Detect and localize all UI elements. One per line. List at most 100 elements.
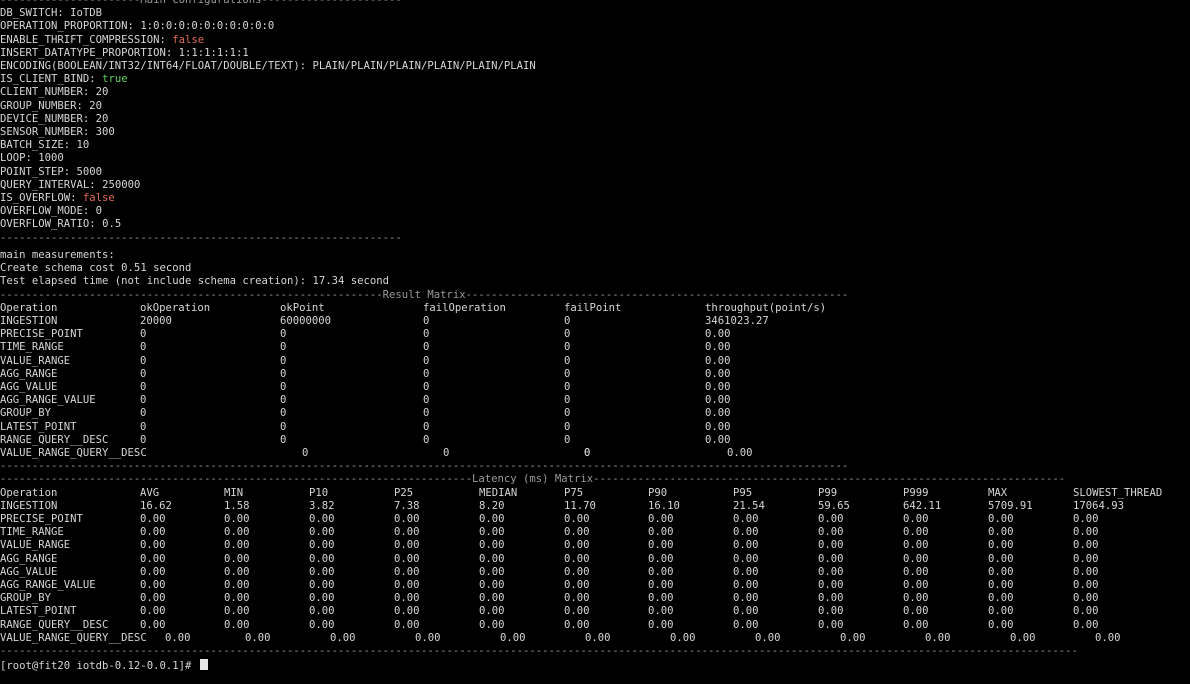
latency-cell: 16.62	[140, 499, 172, 512]
config-value: 5000	[76, 165, 103, 178]
result-cell: 0	[280, 381, 287, 393]
config-item: INSERT_DATATYPE_PROPORTION: 1:1:1:1:1:1	[0, 47, 249, 60]
latency-cell: 0.00	[394, 592, 420, 605]
config-header: ----------------------Main Configuration…	[0, 0, 402, 7]
result-cell: 0	[564, 328, 571, 341]
config-value: 20	[95, 86, 109, 99]
latency-cell: 0.00	[165, 631, 191, 644]
schema-cost-text: Create schema cost 0.51 second	[0, 262, 192, 275]
result-cell: 0	[423, 315, 430, 327]
result-cell: 0	[564, 433, 571, 446]
prompt-text: [root@fit20 iotdb-0.12-0.0.1]#	[0, 660, 198, 672]
result-cell: 0	[564, 341, 571, 354]
latency-matrix-footer: ----------------------------------------…	[0, 645, 1078, 658]
latency-column-label: P99	[818, 486, 838, 499]
latency-operation-name: RANGE_QUERY__DESC	[0, 618, 109, 631]
latency-cell: 0.00	[564, 513, 590, 525]
latency-cell: 0.00	[988, 618, 1014, 631]
latency-cell: 0.00	[988, 526, 1014, 539]
result-cell: 0	[280, 354, 287, 367]
latency-cell: 0.00	[818, 513, 844, 525]
result-operation-name: VALUE_RANGE_QUERY__DESC	[0, 447, 147, 459]
latency-cell: 0.00	[988, 605, 1014, 618]
latency-cell: 0.00	[903, 526, 929, 539]
result-cell: 0	[564, 315, 571, 327]
config-value: 20	[89, 99, 103, 112]
latency-cell: 0.00	[1095, 631, 1121, 644]
result-operation-name: TIME_RANGE	[0, 341, 64, 354]
latency-cell: 0.00	[500, 631, 526, 644]
latency-column-label: SLOWEST_THREAD	[1073, 486, 1163, 499]
config-key: ENCODING(BOOLEAN/INT32/INT64/FLOAT/DOUBL…	[0, 60, 313, 72]
latency-cell: 0.00	[1073, 526, 1099, 539]
latency-cell: 0.00	[224, 539, 250, 552]
latency-cell: 0.00	[733, 552, 759, 565]
latency-cell: 0.00	[903, 513, 929, 525]
latency-cell: 0.00	[648, 513, 674, 525]
latency-cell: 1.58	[224, 499, 250, 512]
latency-cell: 0.00	[309, 605, 335, 618]
config-value: false	[82, 192, 115, 204]
cursor-block	[199, 659, 208, 670]
config-value: PLAIN/PLAIN/PLAIN/PLAIN/PLAIN/PLAIN	[312, 60, 536, 72]
latency-cell: 0.00	[903, 539, 929, 552]
config-key: IS_CLIENT_BIND:	[0, 73, 103, 86]
config-item: BATCH_SIZE: 10	[0, 139, 89, 152]
result-cell: 0	[423, 367, 430, 380]
latency-cell: 0.00	[1073, 605, 1099, 618]
config-item: ENCODING(BOOLEAN/INT32/INT64/FLOAT/DOUBL…	[0, 60, 536, 73]
latency-cell: 0.00	[903, 565, 929, 578]
latency-cell: 0.00	[1073, 565, 1099, 578]
config-value: 1:1:1:1:1:1	[178, 46, 249, 59]
latency-column-label: P95	[733, 486, 753, 499]
result-cell: 0	[140, 367, 147, 380]
latency-cell: 0.00	[140, 592, 166, 605]
config-key: OVERFLOW_RATIO:	[0, 218, 103, 231]
latency-cell: 0.00	[1073, 579, 1099, 591]
result-operation-name: AGG_VALUE	[0, 381, 58, 393]
latency-cell: 0.00	[479, 526, 505, 539]
result-cell: 0	[280, 407, 287, 420]
latency-cell: 0.00	[394, 565, 420, 578]
latency-cell: 0.00	[1010, 631, 1036, 644]
config-item: LOOP: 1000	[0, 152, 64, 165]
result-cell: 0	[140, 407, 147, 420]
elapsed-time-text: Test elapsed time (not include schema cr…	[0, 275, 390, 288]
latency-cell: 0.00	[988, 552, 1014, 565]
latency-cell: 0.00	[1073, 592, 1099, 605]
latency-cell: 0.00	[733, 618, 759, 631]
latency-cell: 0.00	[394, 552, 420, 565]
config-item: GROUP_NUMBER: 20	[0, 100, 102, 113]
config-key: DB_SWITCH:	[0, 7, 71, 20]
config-item: CLIENT_NUMBER: 20	[0, 86, 108, 99]
latency-cell: 0.00	[648, 618, 674, 631]
terminal-window[interactable]: ----------------------Main Configuration…	[0, 0, 1190, 684]
config-item: OPERATION_PROPORTION: 1:0:0:0:0:0:0:0:0:…	[0, 20, 274, 33]
latency-cell: 5709.91	[988, 499, 1033, 512]
result-cell: 0	[140, 354, 147, 367]
latency-cell: 0.00	[479, 565, 505, 578]
latency-cell: 0.00	[840, 631, 866, 644]
result-cell: 0	[564, 381, 571, 393]
config-key: GROUP_NUMBER:	[0, 99, 90, 112]
shell-prompt[interactable]: [root@fit20 iotdb-0.12-0.0.1]#	[0, 659, 208, 672]
result-cell: 0.00	[705, 420, 731, 433]
latency-cell: 0.00	[224, 565, 250, 578]
result-cell: 0	[140, 341, 147, 354]
latency-cell: 0.00	[309, 579, 335, 591]
latency-cell: 0.00	[394, 579, 420, 591]
latency-cell: 0.00	[224, 618, 250, 631]
result-cell: 0	[140, 433, 147, 446]
result-cell: 0.00	[705, 367, 731, 380]
result-cell: 0	[280, 433, 287, 446]
latency-cell: 0.00	[733, 513, 759, 525]
latency-cell: 0.00	[140, 539, 166, 552]
result-cell: 0	[564, 407, 571, 420]
latency-column-label: P25	[394, 486, 414, 499]
config-value: 20	[95, 112, 109, 125]
latency-cell: 16.10	[648, 499, 680, 512]
config-key: SENSOR_NUMBER:	[0, 126, 96, 138]
config-value: 300	[95, 126, 115, 138]
latency-cell: 0.00	[140, 552, 166, 565]
latency-cell: 0.00	[479, 513, 505, 525]
